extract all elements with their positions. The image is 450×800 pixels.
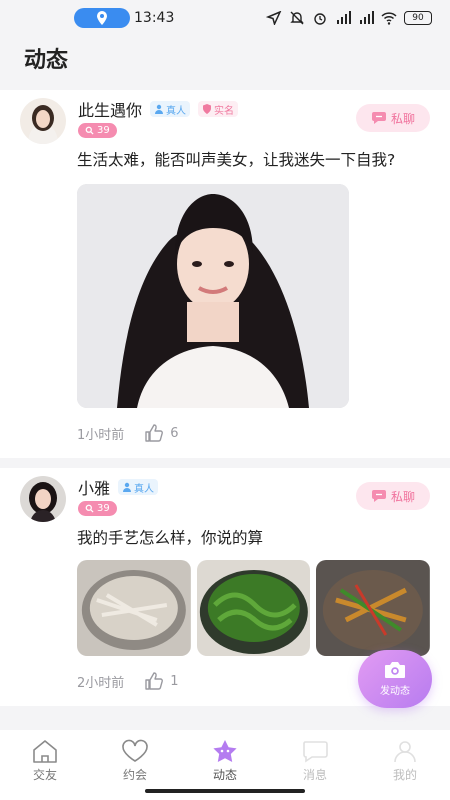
- post-photo[interactable]: [77, 184, 349, 408]
- female-icon: [85, 126, 94, 135]
- home-icon: [33, 740, 57, 763]
- camera-icon: [385, 662, 405, 678]
- location-pin-icon: [97, 11, 107, 25]
- star-icon: [213, 740, 237, 762]
- age-badge: 39: [78, 123, 117, 138]
- chat-bubble-icon: [371, 490, 386, 502]
- status-time: 13:43: [134, 10, 175, 26]
- like-button[interactable]: 1: [144, 671, 179, 691]
- avatar-image: [20, 98, 66, 144]
- age-badge: 39: [78, 501, 117, 516]
- new-post-button[interactable]: 发动态: [358, 650, 432, 708]
- post-text: 我的手艺怎么样，你说的算: [77, 529, 264, 547]
- real-person-tag: 真人: [150, 101, 191, 117]
- person-icon: [155, 104, 164, 114]
- chat-bubble-icon: [371, 112, 386, 124]
- location-indicator: [74, 8, 130, 28]
- mute-bell-icon: [290, 11, 304, 25]
- username[interactable]: 此生遇你: [78, 97, 142, 121]
- portrait-photo: [77, 184, 349, 408]
- post-photo[interactable]: [316, 560, 431, 656]
- real-person-tag: 真人: [118, 479, 159, 495]
- profile-icon: [394, 741, 416, 763]
- post-time: 2小时前: [77, 675, 125, 691]
- female-icon: [85, 504, 94, 513]
- thumbs-up-icon: [145, 424, 164, 442]
- like-button[interactable]: 6: [144, 423, 179, 443]
- heart-icon: [122, 739, 148, 762]
- wifi-icon: [381, 12, 397, 25]
- food-photo: [196, 560, 311, 656]
- post-time: 1小时前: [77, 427, 125, 443]
- alarm-icon: [314, 13, 326, 25]
- tab-profile[interactable]: 我的: [360, 730, 450, 800]
- feed-list: 此生遇你 真人 实名 39 私聊 生活太难，能否叫声美女，让我迷失一下自我? 1…: [0, 90, 450, 706]
- like-count: 6: [170, 425, 179, 441]
- shield-icon: [203, 104, 212, 114]
- post-text: 生活太难，能否叫声美女，让我迷失一下自我?: [77, 151, 396, 169]
- food-photo: [316, 560, 431, 656]
- user-avatar[interactable]: [20, 476, 66, 522]
- home-indicator[interactable]: [145, 789, 305, 793]
- private-chat-button[interactable]: 私聊: [356, 482, 430, 510]
- like-count: 1: [170, 673, 179, 689]
- post-photo[interactable]: [77, 560, 191, 656]
- page-title: 动态: [24, 48, 69, 73]
- person-icon: [123, 482, 132, 492]
- verified-name-tag: 实名: [198, 101, 239, 117]
- tab-friends[interactable]: 交友: [0, 730, 90, 800]
- signal-1-icon: [337, 11, 351, 24]
- thumbs-up-icon: [145, 672, 164, 690]
- username[interactable]: 小雅: [78, 475, 110, 499]
- food-photo: [77, 560, 191, 656]
- feed-post[interactable]: 此生遇你 真人 实名 39 私聊 生活太难，能否叫声美女，让我迷失一下自我? 1…: [0, 90, 450, 458]
- signal-2-icon: [360, 11, 374, 24]
- message-icon: [303, 741, 328, 763]
- user-avatar[interactable]: [20, 98, 66, 144]
- status-bar: 13:43 90: [0, 0, 450, 36]
- avatar-image: [20, 476, 66, 522]
- post-photo[interactable]: [196, 560, 311, 656]
- battery-indicator: 90: [404, 11, 432, 25]
- private-chat-button[interactable]: 私聊: [356, 104, 430, 132]
- navigation-arrow-icon: [266, 11, 282, 25]
